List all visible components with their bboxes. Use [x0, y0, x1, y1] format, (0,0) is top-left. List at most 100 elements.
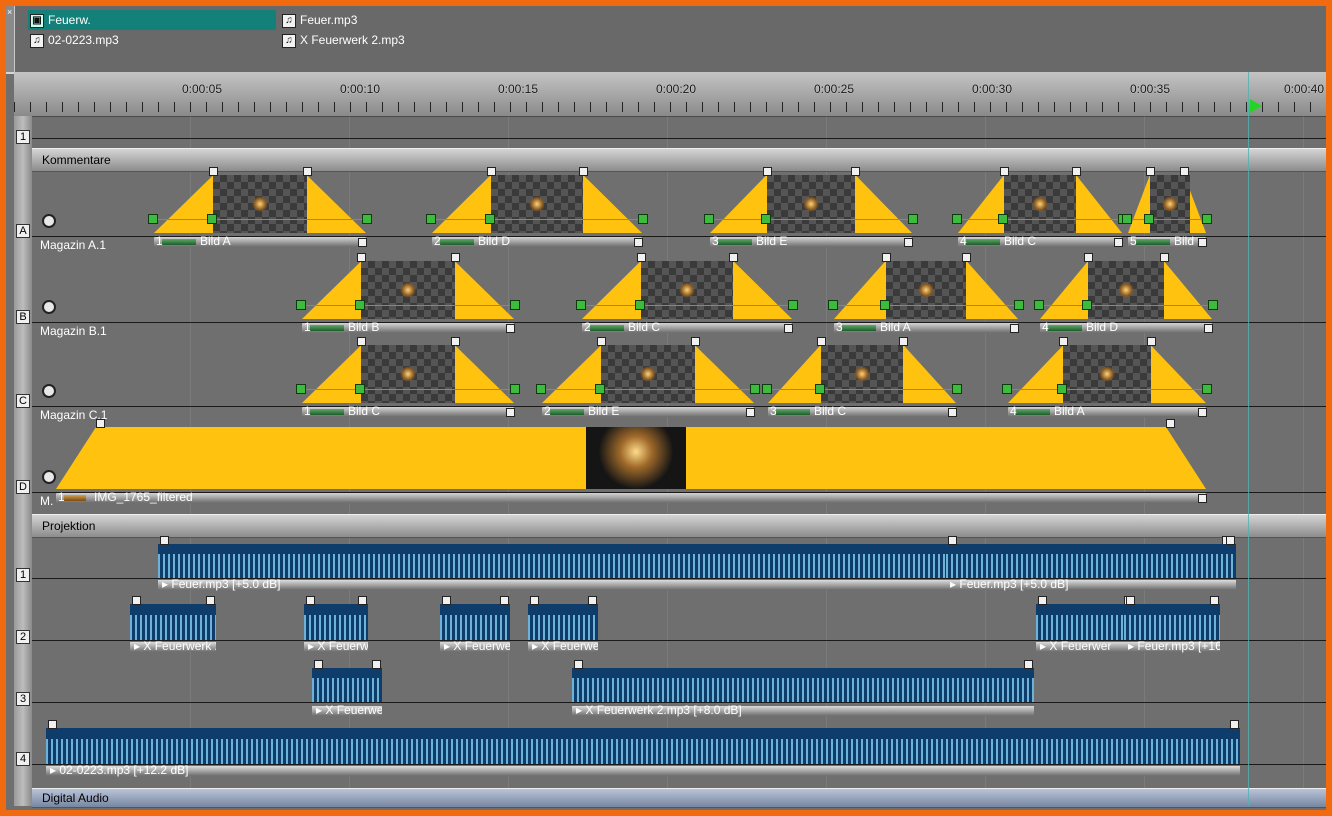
- keyframe-node[interactable]: [362, 214, 372, 224]
- keyframe-node[interactable]: [908, 214, 918, 224]
- fade-handle[interactable]: [209, 167, 219, 176]
- fade-handle[interactable]: [486, 167, 496, 176]
- clip-end-handle[interactable]: [784, 324, 793, 333]
- image-clip[interactable]: [536, 337, 760, 403]
- keyframe-node[interactable]: [879, 300, 890, 310]
- clip-end-handle[interactable]: [1198, 408, 1207, 417]
- keyframe-node[interactable]: [510, 300, 520, 310]
- clip-end-handle[interactable]: [1010, 324, 1019, 333]
- image-clip[interactable]: [1034, 253, 1218, 319]
- fade-handle[interactable]: [1226, 536, 1235, 545]
- clip-end-handle[interactable]: [948, 408, 957, 417]
- track-letter[interactable]: D: [16, 480, 30, 494]
- fade-handle[interactable]: [357, 253, 367, 262]
- keyframe-node[interactable]: [760, 214, 771, 224]
- audio-waveform[interactable]: [46, 720, 1240, 764]
- keyframe-node[interactable]: [762, 384, 772, 394]
- group-header-kommentare[interactable]: Kommentare: [32, 148, 1326, 172]
- keyframe-node[interactable]: [1208, 300, 1218, 310]
- image-clip[interactable]: [1002, 337, 1212, 403]
- fade-handle[interactable]: [816, 337, 826, 346]
- audio-waveform[interactable]: [1124, 596, 1220, 640]
- image-clip[interactable]: [426, 167, 648, 233]
- clip-end-handle[interactable]: [1198, 238, 1207, 247]
- fade-handle[interactable]: [762, 167, 772, 176]
- audio-waveform[interactable]: [946, 536, 1236, 578]
- fade-handle[interactable]: [450, 337, 460, 346]
- audio-waveform[interactable]: [572, 660, 1034, 702]
- track-letter[interactable]: C: [16, 394, 30, 408]
- fade-handle[interactable]: [358, 596, 367, 605]
- fade-handle[interactable]: [1024, 660, 1033, 669]
- fade-handle[interactable]: [206, 596, 215, 605]
- keyframe-node[interactable]: [952, 384, 962, 394]
- audio-waveform[interactable]: [312, 660, 382, 702]
- track-letter[interactable]: A: [16, 224, 30, 238]
- fade-handle[interactable]: [579, 167, 589, 176]
- keyframe-node[interactable]: [704, 214, 714, 224]
- fade-handle[interactable]: [450, 253, 460, 262]
- keyframe-node[interactable]: [536, 384, 546, 394]
- fade-handle[interactable]: [729, 253, 739, 262]
- clip-end-handle[interactable]: [358, 238, 367, 247]
- keyframe-node[interactable]: [1082, 300, 1093, 310]
- keyframe-node[interactable]: [788, 300, 798, 310]
- keyframe-node[interactable]: [750, 384, 760, 394]
- close-icon[interactable]: ×: [7, 8, 12, 17]
- fade-handle[interactable]: [160, 536, 169, 545]
- audio-waveform[interactable]: [440, 596, 510, 640]
- fade-handle[interactable]: [302, 167, 312, 176]
- audio-clip-bar[interactable]: [46, 766, 1240, 776]
- gear-icon[interactable]: [42, 470, 56, 484]
- audio-waveform[interactable]: [130, 596, 216, 640]
- clip-bar[interactable]: [56, 493, 1206, 503]
- audio-track-number[interactable]: 3: [16, 692, 30, 706]
- fade-handle[interactable]: [357, 337, 367, 346]
- gear-icon[interactable]: [42, 300, 56, 314]
- clip-end-handle[interactable]: [746, 408, 755, 417]
- image-clip[interactable]: [296, 337, 520, 403]
- fade-handle[interactable]: [597, 337, 607, 346]
- fade-handle[interactable]: [314, 660, 323, 669]
- image-clip[interactable]: [952, 167, 1128, 233]
- keyframe-node[interactable]: [296, 300, 306, 310]
- clip-end-handle[interactable]: [1198, 494, 1207, 503]
- fade-handle[interactable]: [96, 419, 105, 428]
- media-item-feuerw[interactable]: ▣ Feuerw.: [28, 10, 276, 30]
- image-clip[interactable]: [56, 419, 1206, 489]
- fade-handle[interactable]: [588, 596, 597, 605]
- keyframe-node[interactable]: [1034, 300, 1044, 310]
- clip-end-handle[interactable]: [1204, 324, 1213, 333]
- keyframe-node[interactable]: [355, 300, 366, 310]
- fade-handle[interactable]: [881, 253, 891, 262]
- fade-handle[interactable]: [1059, 337, 1069, 346]
- fade-handle[interactable]: [48, 720, 57, 729]
- fade-handle[interactable]: [442, 596, 451, 605]
- image-clip[interactable]: [828, 253, 1024, 319]
- fade-handle[interactable]: [1146, 337, 1156, 346]
- image-clip[interactable]: [296, 253, 520, 319]
- fade-handle[interactable]: [500, 596, 509, 605]
- keyframe-node[interactable]: [997, 214, 1008, 224]
- media-item-02-0223[interactable]: ♫ 02-0223.mp3: [28, 30, 119, 50]
- fade-handle[interactable]: [948, 536, 957, 545]
- play-position-icon[interactable]: [1250, 99, 1262, 113]
- image-clip[interactable]: [762, 337, 962, 403]
- fade-handle[interactable]: [690, 337, 700, 346]
- fade-handle[interactable]: [1038, 596, 1047, 605]
- fade-handle[interactable]: [1084, 253, 1094, 262]
- keyframe-node[interactable]: [510, 384, 520, 394]
- clip-end-handle[interactable]: [506, 324, 515, 333]
- fade-handle[interactable]: [962, 253, 972, 262]
- keyframe-node[interactable]: [207, 214, 218, 224]
- keyframe-node[interactable]: [1057, 384, 1068, 394]
- fade-handle[interactable]: [1166, 419, 1175, 428]
- fade-handle[interactable]: [1145, 167, 1155, 176]
- fade-handle[interactable]: [636, 253, 646, 262]
- keyframe-node[interactable]: [1014, 300, 1024, 310]
- clip-end-handle[interactable]: [904, 238, 913, 247]
- bin-grip[interactable]: ×: [6, 6, 15, 72]
- time-ruler[interactable]: 0:00:05 0:00:10 0:00:15 0:00:20 0:00:25 …: [14, 72, 1326, 117]
- keyframe-node[interactable]: [1202, 214, 1212, 224]
- fade-handle[interactable]: [1159, 253, 1169, 262]
